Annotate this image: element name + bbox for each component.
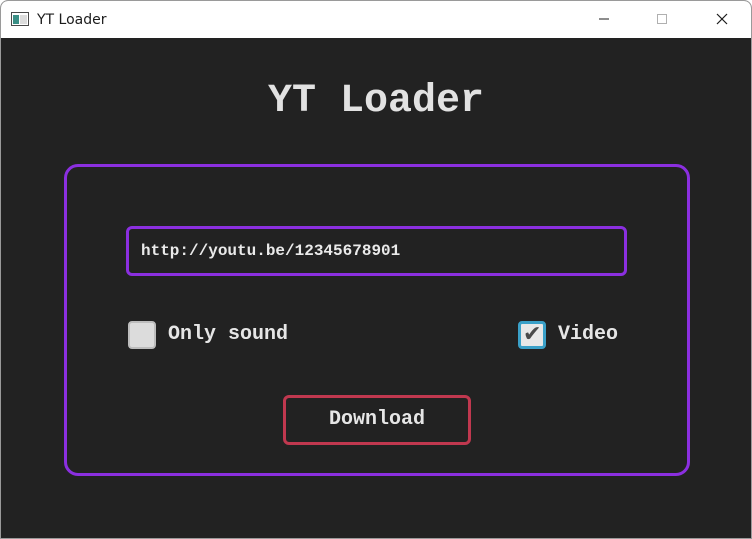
maximize-icon bbox=[657, 14, 667, 24]
close-button[interactable] bbox=[693, 1, 751, 38]
app-content: YT Loader Only sound ✔ Video Download bbox=[1, 38, 751, 538]
video-checkbox[interactable]: ✔ bbox=[518, 321, 546, 349]
app-heading: YT Loader bbox=[267, 79, 485, 124]
download-button[interactable]: Download bbox=[283, 395, 471, 445]
maximize-button[interactable] bbox=[633, 1, 691, 38]
checkmark-icon: ✔ bbox=[523, 322, 542, 347]
url-input[interactable] bbox=[126, 226, 627, 276]
title-bar[interactable]: YT Loader bbox=[1, 1, 751, 38]
only-sound-label[interactable]: Only sound bbox=[168, 323, 288, 347]
minimize-icon bbox=[599, 18, 609, 20]
window-title: YT Loader bbox=[37, 12, 107, 28]
only-sound-checkbox[interactable] bbox=[128, 321, 156, 349]
minimize-button[interactable] bbox=[575, 1, 633, 38]
video-label[interactable]: Video bbox=[558, 323, 618, 347]
app-window-icon bbox=[11, 12, 29, 26]
app-window: YT Loader YT Loader Only sound ✔ Vide bbox=[0, 0, 752, 539]
close-icon bbox=[716, 13, 728, 25]
